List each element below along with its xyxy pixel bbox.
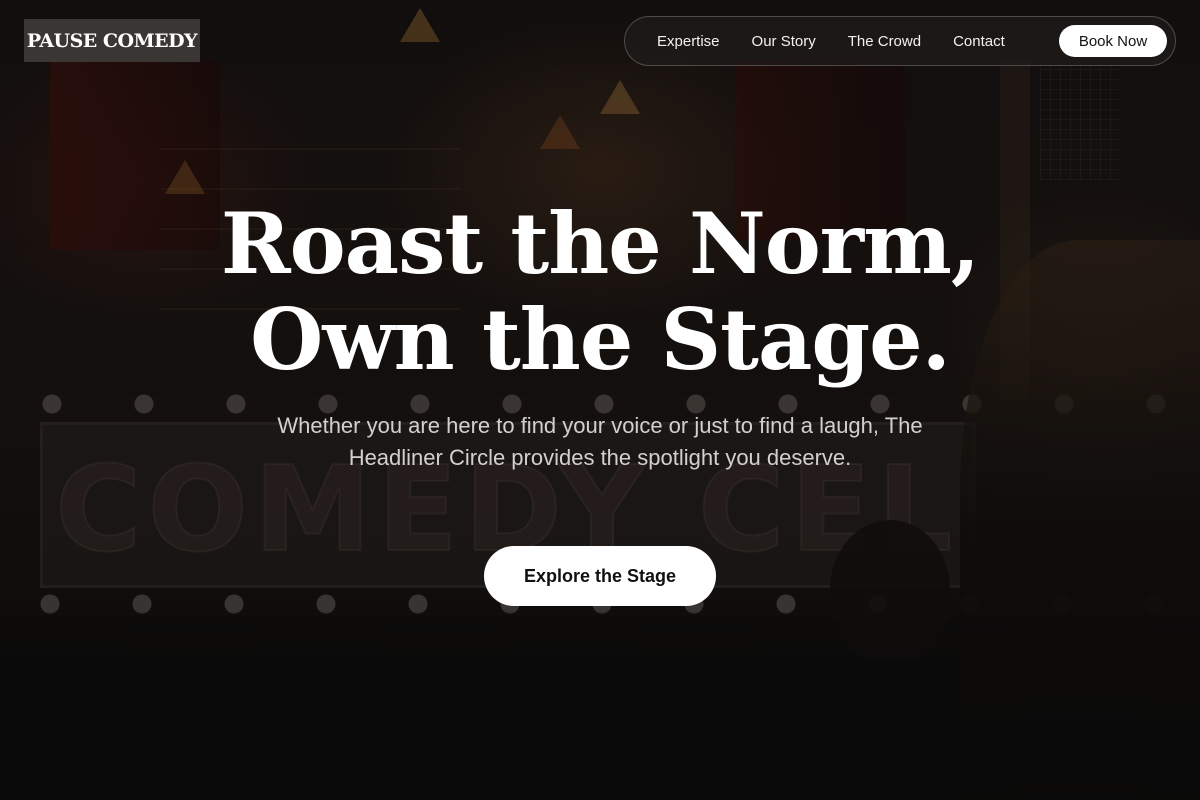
nav-link-the-crowd[interactable]: The Crowd xyxy=(848,33,921,50)
logo-text: PAUSE COMEDY xyxy=(26,29,198,52)
nav-link-expertise[interactable]: Expertise xyxy=(657,33,720,50)
hero-title: Roast the Norm, Own the Stage. xyxy=(0,196,1200,388)
hero-subtitle: Whether you are here to find your voice … xyxy=(277,413,923,470)
hero-title-line-1: Roast the Norm, xyxy=(220,194,980,293)
hero-title-line-2: Own the Stage. xyxy=(250,290,951,389)
site-logo[interactable]: PAUSE COMEDY xyxy=(24,19,200,62)
explore-stage-button[interactable]: Explore the Stage xyxy=(484,546,716,606)
page: COMEDY CELLAR PAUSE COMEDY Expertise Our… xyxy=(0,0,1200,800)
dark-overlay xyxy=(0,0,1200,800)
book-now-button[interactable]: Book Now xyxy=(1059,25,1167,57)
main-nav: Expertise Our Story The Crowd Contact Bo… xyxy=(624,16,1176,66)
nav-link-contact[interactable]: Contact xyxy=(953,33,1005,50)
nav-link-our-story[interactable]: Our Story xyxy=(752,33,816,50)
